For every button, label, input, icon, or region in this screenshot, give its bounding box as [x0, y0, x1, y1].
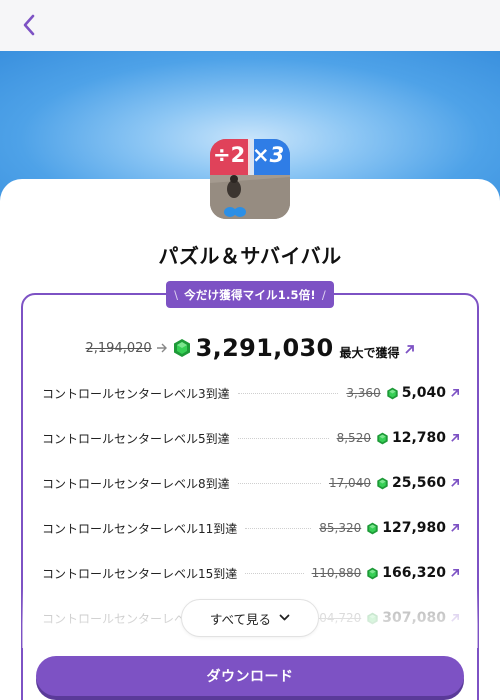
arrow-up-right-icon — [450, 523, 460, 533]
milestone-value: 5,040 — [401, 385, 446, 401]
gem-icon — [366, 612, 379, 625]
milestone-row: コントロールセンターレベル15到達 110,880 166,320 — [42, 561, 460, 585]
milestone-value: 127,980 — [382, 520, 446, 536]
promo-badge: \ 今だけ獲得マイル1.5倍! / — [166, 281, 334, 308]
dotted-leader — [237, 437, 329, 439]
download-button[interactable]: ダウンロード — [36, 656, 464, 696]
milestone-label: コントロールセンターレベル11到達 — [42, 521, 238, 536]
milestone-old-value: 85,320 — [319, 521, 362, 535]
total-new-value: 3,291,030 — [195, 334, 334, 362]
arrow-up-right-icon — [450, 433, 460, 443]
milestone-value: 12,780 — [391, 430, 446, 446]
milestone-row: コントロールセンターレベル3到達 3,360 5,040 — [42, 381, 460, 405]
arrow-right-icon — [156, 343, 168, 353]
arrow-up-right-icon — [404, 344, 415, 355]
see-all-label: すべて見る — [209, 611, 272, 627]
promo-badge-text: 今だけ獲得マイル1.5倍! — [184, 287, 316, 302]
chevron-down-icon — [279, 614, 290, 622]
arrow-up-right-icon — [450, 613, 460, 623]
gem-icon — [386, 387, 399, 400]
milestone-value: 25,560 — [391, 475, 446, 491]
gem-icon — [376, 477, 389, 490]
milestone-old-value: 17,040 — [328, 476, 371, 490]
milestone-label: コントロールセンターレベル5到達 — [42, 431, 230, 446]
milestone-value: 166,320 — [382, 565, 446, 581]
arrow-up-right-icon — [450, 478, 460, 488]
milestone-value: 307,080 — [382, 610, 446, 626]
milestone-old-value: 110,880 — [311, 566, 362, 580]
app-icon-text-right: ×3 — [252, 143, 285, 167]
download-label: ダウンロード — [206, 669, 294, 685]
dotted-leader — [237, 392, 339, 394]
milestone-label: コントロールセンターレベル3到達 — [42, 386, 230, 401]
top-bar — [0, 0, 500, 51]
milestone-old-value: 204,720 — [311, 611, 362, 625]
app-icon: ÷2 ×3 — [210, 139, 290, 219]
milestone-old-value: 8,520 — [336, 431, 371, 445]
milestone-row: コントロールセンターレベル5到達 8,520 12,780 — [42, 426, 460, 450]
app-title: パズル＆サバイバル — [158, 244, 342, 268]
total-old-value: 2,194,020 — [85, 340, 152, 356]
gem-icon — [172, 338, 192, 358]
gem-icon — [376, 432, 389, 445]
milestone-old-value: 3,360 — [346, 386, 381, 400]
see-all-button[interactable]: すべて見る — [181, 599, 319, 637]
milestone-label: コントロールセンターレベル8到達 — [42, 476, 230, 491]
chevron-left-icon — [23, 14, 35, 36]
arrow-up-right-icon — [450, 388, 460, 398]
total-miles-summary: 2,194,020 3,291,030 最大で獲得 — [0, 332, 500, 364]
app-icon-text-left: ÷2 — [213, 143, 246, 167]
gem-icon — [366, 522, 379, 535]
arrow-up-right-icon — [450, 568, 460, 578]
total-suffix: 最大で獲得 — [339, 345, 400, 360]
milestone-row: コントロールセンターレベル8到達 17,040 25,560 — [42, 471, 460, 495]
milestone-label: コントロールセンターレベル15到達 — [42, 566, 238, 581]
dotted-leader — [245, 572, 304, 574]
gem-icon — [366, 567, 379, 580]
dotted-leader — [237, 482, 321, 484]
milestone-row: コントロールセンターレベル11到達 85,320 127,980 — [42, 516, 460, 540]
dotted-leader — [245, 527, 312, 529]
back-button[interactable] — [14, 10, 44, 40]
